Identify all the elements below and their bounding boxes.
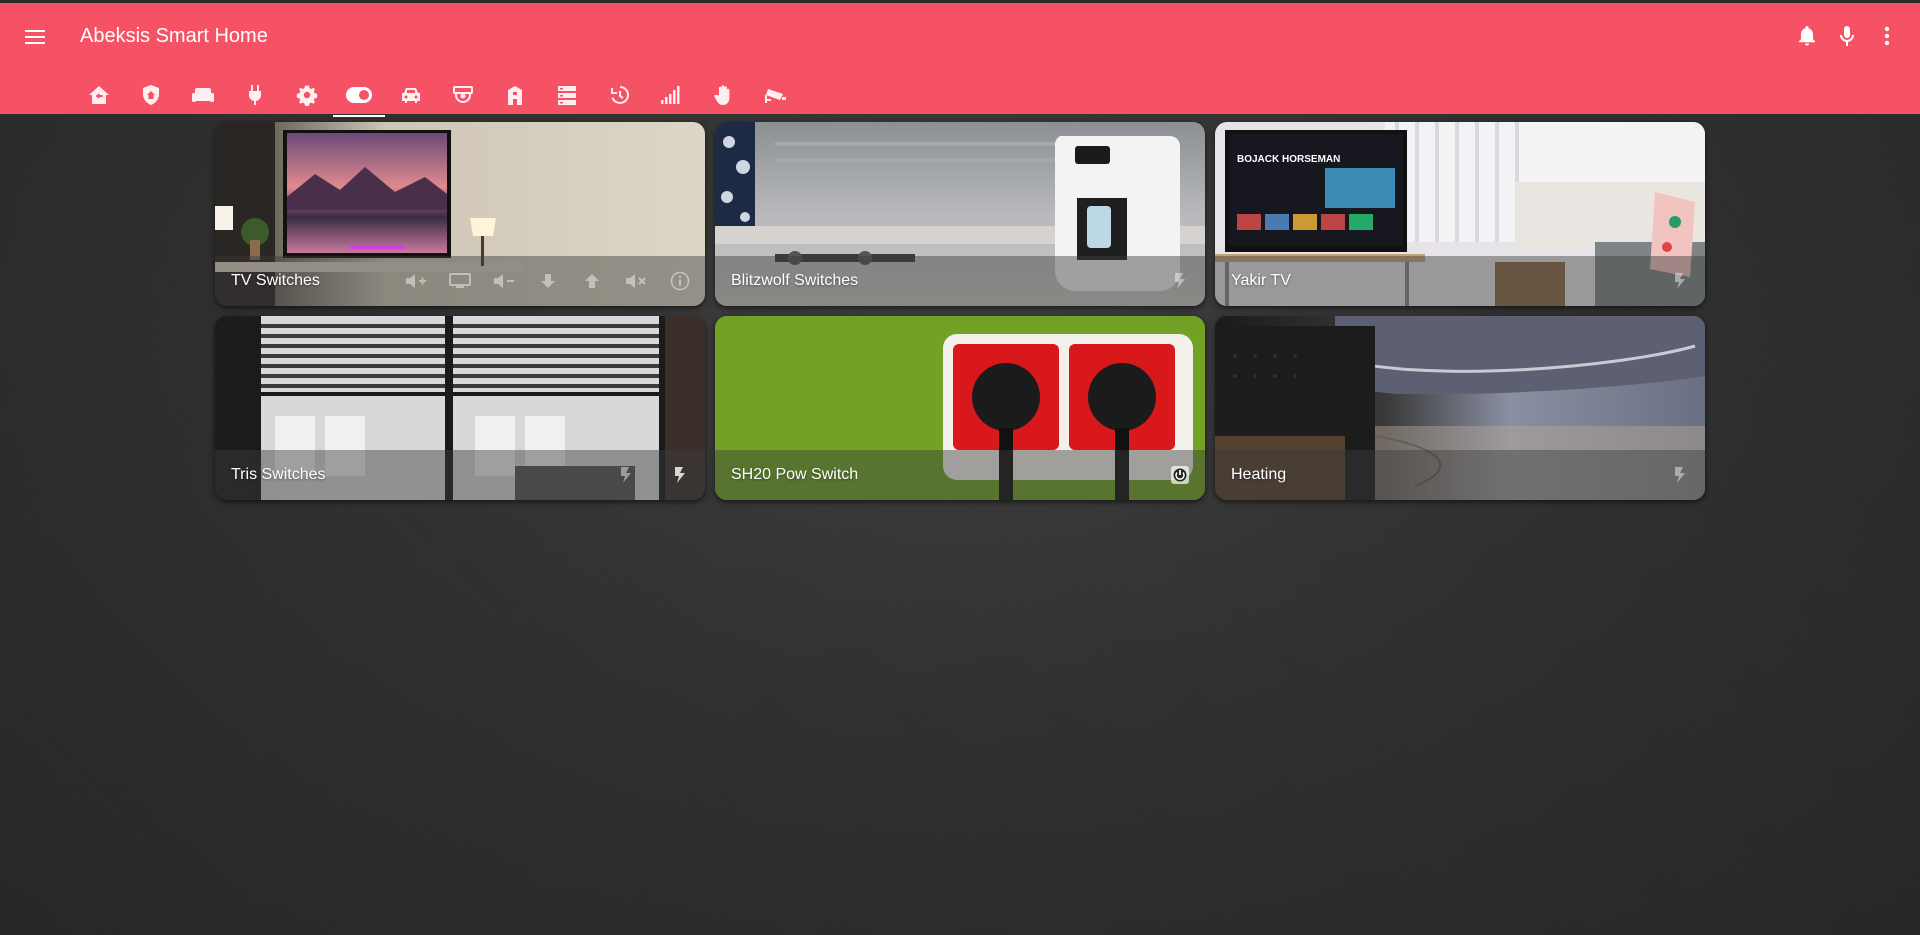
signal-bars-icon (661, 86, 680, 104)
tab-servers[interactable] (541, 73, 593, 117)
tab-cameras[interactable] (437, 73, 489, 117)
toggle-switch-icon (346, 87, 372, 103)
power-icon (1171, 466, 1189, 484)
tab-history[interactable] (593, 73, 645, 117)
card-footer: Heating (1215, 450, 1705, 500)
tab-settings[interactable] (281, 73, 333, 117)
flash-icon (675, 467, 685, 483)
sofa-icon (192, 88, 214, 102)
gear-icon (296, 85, 318, 106)
server-icon (558, 86, 576, 105)
card-footer: SH20 Pow Switch (715, 450, 1205, 500)
card-blitzwolf-switches[interactable]: Blitzwolf Switches (715, 122, 1205, 306)
mute-icon (626, 274, 646, 288)
blitzwolf-toggle-button[interactable] (1167, 268, 1193, 294)
card-tv-switches[interactable]: TV Switches (215, 122, 705, 306)
tab-gestures[interactable] (697, 73, 749, 117)
microphone-icon (1840, 26, 1854, 46)
flash-icon (1675, 467, 1685, 483)
car-icon (402, 88, 420, 103)
view-tabs (73, 73, 801, 117)
bell-icon (1799, 26, 1815, 46)
tab-security[interactable] (125, 73, 177, 117)
card-sh20-pow-switch[interactable]: SH20 Pow Switch (715, 316, 1205, 500)
tv-remote-controls (403, 256, 693, 306)
tab-power[interactable] (229, 73, 281, 117)
card-title: Tris Switches (231, 466, 326, 483)
app-header: Abeksis Smart Home (0, 0, 1920, 117)
card-footer: TV Switches (215, 256, 705, 306)
tab-living-room[interactable] (177, 73, 229, 117)
card-title: Blitzwolf Switches (731, 272, 859, 289)
tab-doors[interactable] (489, 73, 541, 117)
volume-down-button[interactable] (491, 268, 517, 294)
yakir-tv-toggle-button[interactable] (1667, 268, 1693, 294)
notifications-button[interactable] (1792, 21, 1822, 51)
input-source-button[interactable] (447, 268, 473, 294)
header-actions (1792, 21, 1902, 51)
card-title: TV Switches (231, 272, 320, 289)
card-title: Heating (1231, 466, 1287, 483)
card-footer: Tris Switches (215, 450, 705, 500)
input-icon (449, 273, 471, 288)
menu-icon (25, 30, 45, 44)
menu-button[interactable] (20, 22, 50, 52)
card-footer: Blitzwolf Switches (715, 256, 1205, 306)
channel-down-button[interactable] (535, 268, 561, 294)
channel-up-button[interactable] (579, 268, 605, 294)
mute-button[interactable] (623, 268, 649, 294)
card-tris-switches[interactable]: Tris Switches (215, 316, 705, 500)
top-toolbar: Abeksis Smart Home (0, 3, 1920, 67)
shield-home-icon (143, 85, 159, 105)
cctv-camera-icon (453, 86, 473, 103)
tab-car[interactable] (385, 73, 437, 117)
power-plug-icon (249, 85, 261, 105)
heating-toggle-button[interactable] (1667, 462, 1693, 488)
volume-up-icon (406, 274, 426, 288)
tab-signal[interactable] (645, 73, 697, 117)
info-icon (670, 271, 690, 291)
switch-cards-grid: TV Switches Blitzwolf Switches BOJACK HO… (215, 122, 1705, 500)
tab-switches[interactable] (333, 73, 385, 117)
security-camera-icon (765, 89, 786, 103)
more-options-button[interactable] (1872, 21, 1902, 51)
app-title: Abeksis Smart Home (80, 25, 268, 47)
flash-icon (1675, 273, 1685, 289)
volume-down-icon (494, 274, 514, 288)
info-button[interactable] (667, 268, 693, 294)
svg-text:BOJACK HORSEMAN: BOJACK HORSEMAN (1237, 154, 1340, 165)
tris-switch-2-button[interactable] (667, 462, 693, 488)
more-vertical-icon (1884, 26, 1890, 46)
card-title: Yakir TV (1231, 272, 1291, 289)
card-yakir-tv[interactable]: BOJACK HORSEMAN Yakir TV (1215, 122, 1705, 306)
history-icon (611, 86, 629, 104)
tab-surveillance[interactable] (749, 73, 801, 117)
volume-up-button[interactable] (403, 268, 429, 294)
channel-down-icon (541, 274, 555, 288)
flash-icon (1175, 273, 1185, 289)
hand-icon (714, 85, 730, 105)
card-footer: Yakir TV (1215, 256, 1705, 306)
tab-home[interactable] (73, 73, 125, 117)
flash-icon (621, 467, 631, 483)
tris-switch-1-button[interactable] (613, 462, 639, 488)
channel-up-icon (585, 274, 599, 288)
home-import-icon (89, 86, 109, 104)
sh20-power-button[interactable] (1167, 462, 1193, 488)
doorway-icon (508, 86, 522, 105)
card-title: SH20 Pow Switch (731, 466, 859, 483)
card-heating[interactable]: Heating (1215, 316, 1705, 500)
voice-button[interactable] (1832, 21, 1862, 51)
